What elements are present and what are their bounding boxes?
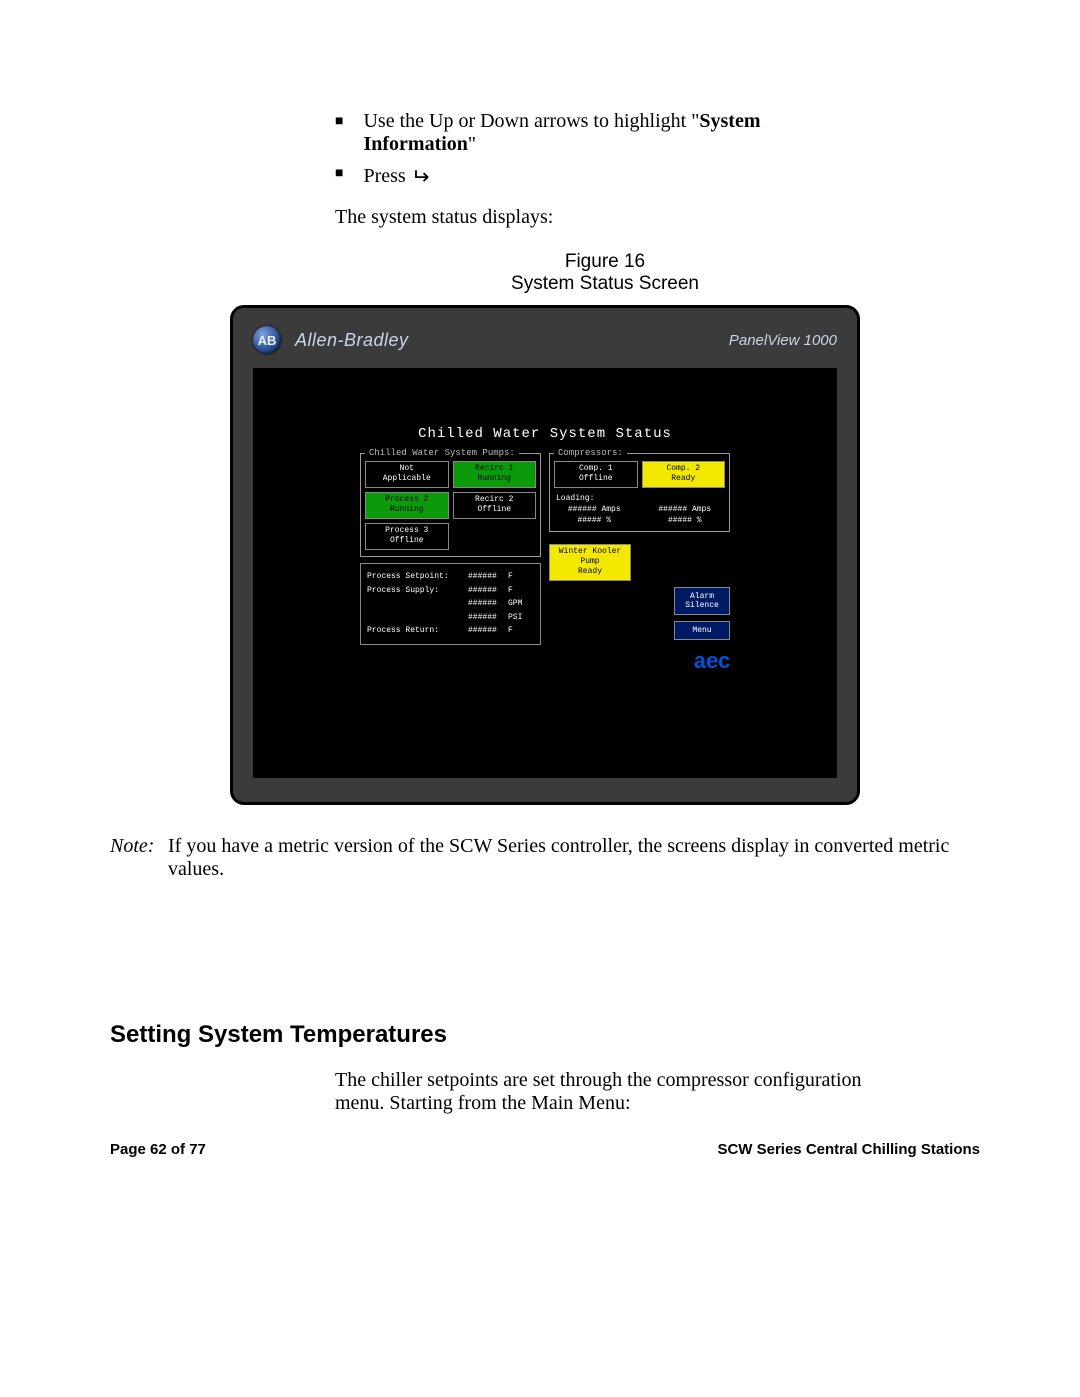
hmi-panel: AB Allen-Bradley PanelView 1000 Chilled … — [230, 305, 860, 805]
compressor-tile: Comp. 2Ready — [642, 461, 726, 488]
intro-block: ■ Use the Up or Down arrows to highlight… — [335, 110, 875, 295]
readout-row: Process Supply:######F — [367, 584, 534, 598]
footer-title: SCW Series Central Chilling Stations — [717, 1141, 980, 1158]
section-heading: Setting System Temperatures — [110, 1021, 980, 1049]
hmi-model: PanelView 1000 — [729, 332, 837, 349]
bullet-2-label: Press — [363, 165, 410, 187]
pump-tile: Recirc 1Running — [453, 461, 537, 488]
pump-tile: Recirc 2Offline — [453, 492, 537, 519]
readouts-group: Process Setpoint:######FProcess Supply:#… — [360, 563, 541, 645]
intro-after: The system status displays: — [335, 206, 875, 229]
page-footer: Page 62 of 77 SCW Series Central Chillin… — [110, 1141, 980, 1158]
bullet-2-text: Press ↵ — [363, 162, 429, 188]
bullet-icon: ■ — [335, 166, 343, 188]
section-text: The chiller setpoints are set through th… — [335, 1069, 895, 1115]
bullet-2: ■ Press ↵ — [335, 162, 875, 188]
screen-title: Chilled Water System Status — [360, 426, 730, 442]
bullet-1-text: Use the Up or Down arrows to highlight "… — [363, 110, 875, 156]
alarm-silence-button[interactable]: Alarm Silence — [674, 587, 730, 615]
pumps-legend: Chilled Water System Pumps: — [365, 448, 519, 458]
aec-logo: aec — [549, 650, 730, 675]
readout-row: ######GPM — [367, 597, 534, 611]
bullet-1-pre: Use the Up or Down arrows to highlight " — [363, 110, 699, 132]
figure-title: System Status Screen — [511, 273, 699, 294]
figure-caption: Figure 16 System Status Screen — [335, 251, 875, 295]
loading-label: Loading: — [556, 494, 725, 503]
enter-icon: ↵ — [411, 164, 429, 190]
bullet-1-post: " — [468, 133, 476, 155]
note-text: If you have a metric version of the SCW … — [168, 835, 980, 881]
readout-row: Process Return:######F — [367, 624, 534, 638]
readout-row: ######PSI — [367, 611, 534, 625]
readout-row: Process Setpoint:######F — [367, 570, 534, 584]
note-label: Note: — [110, 835, 168, 881]
pump-tile: Process 3Offline — [365, 523, 449, 550]
figure-number: Figure 16 — [565, 251, 645, 272]
hmi-screen: Chilled Water System Status Chilled Wate… — [253, 368, 837, 778]
compressors-group: Compressors: Comp. 1OfflineComp. 2Ready … — [549, 448, 730, 532]
pump-tile: Process 2Running — [365, 492, 449, 519]
menu-button[interactable]: Menu — [674, 621, 730, 640]
compressor-tile: Comp. 1Offline — [554, 461, 638, 488]
pump-tile: NotApplicable — [365, 461, 449, 488]
winter-kooler-tile: Winter KoolerPumpReady — [549, 544, 631, 581]
bullet-1: ■ Use the Up or Down arrows to highlight… — [335, 110, 875, 156]
bullet-icon: ■ — [335, 114, 343, 156]
hmi-brand: Allen-Bradley — [295, 330, 409, 351]
comp-legend: Compressors: — [554, 448, 627, 458]
ab-logo-icon: AB — [253, 326, 281, 354]
note-paragraph: Note: If you have a metric version of th… — [110, 835, 980, 881]
hmi-header: AB Allen-Bradley PanelView 1000 — [253, 326, 837, 354]
pumps-group: Chilled Water System Pumps: NotApplicabl… — [360, 448, 541, 557]
footer-page: Page 62 of 77 — [110, 1141, 206, 1158]
